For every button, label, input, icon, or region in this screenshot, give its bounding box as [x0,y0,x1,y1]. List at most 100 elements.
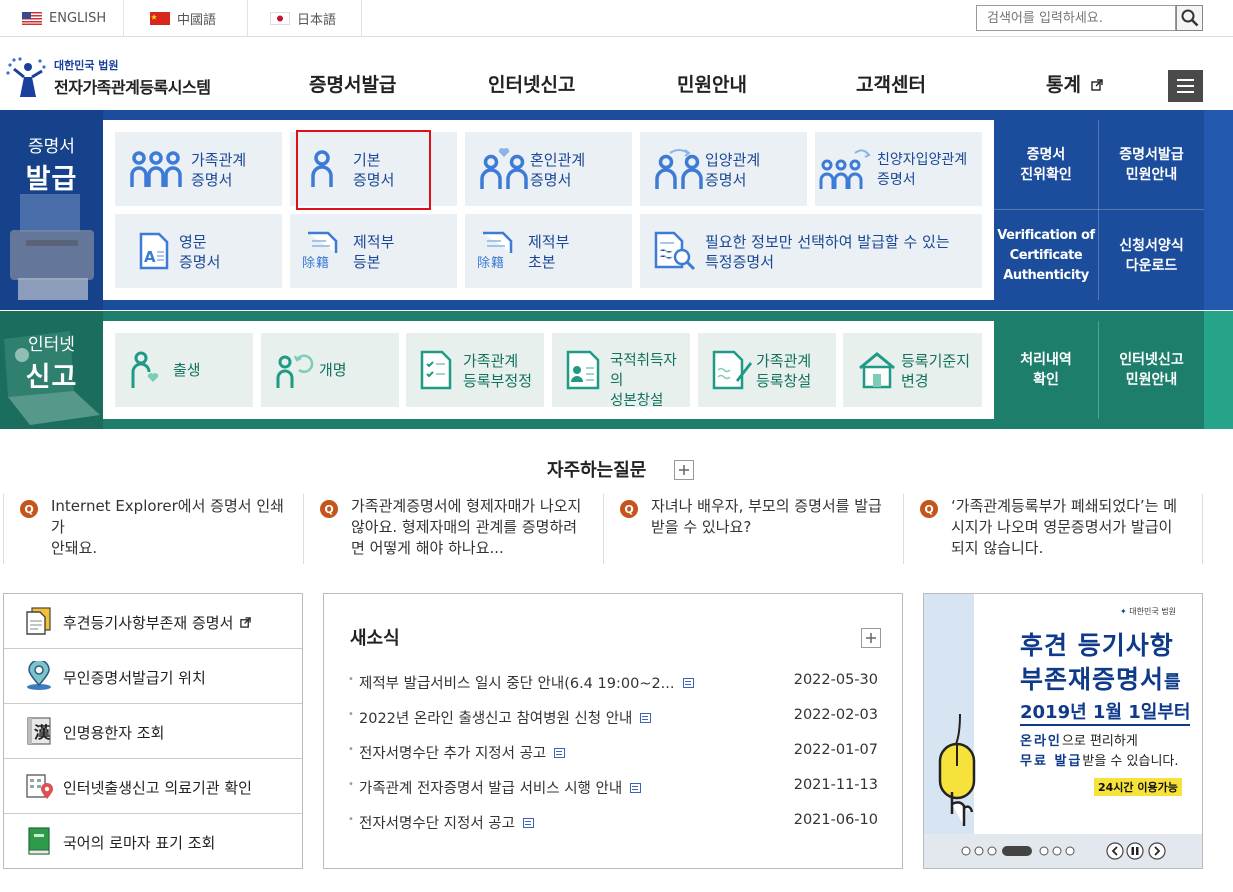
quick-link-label: 무인증명서발급기 위치 [63,669,206,687]
certificate-guide-link[interactable]: 증명서발급 민원안내 [1099,120,1204,209]
banner-line2-main: 부존재증명서 [1020,665,1165,694]
hanja-book-icon: 漢 [27,717,51,745]
verify-certificate-link[interactable]: 증명서 진위확인 [994,120,1098,209]
verification-english-link[interactable]: Verification of Certificate Authenticity [994,210,1098,302]
quick-kiosk-location[interactable]: 무인증명서발급기 위치 [4,649,302,704]
site-logo[interactable]: 대한민국 법원 전자가족관계등록시스템 [4,55,224,99]
form-download-link[interactable]: 신청서양식 다운로드 [1099,210,1204,302]
hanja-glyph: 漢 [34,723,51,742]
gnb-internet-report[interactable]: 인터넷신고 [488,70,575,97]
tile-label: 필요한 정보만 선택하여 발급할 수 있는 특정증명서 [705,233,950,271]
quick-name-hanja[interactable]: 漢 인명용한자 조회 [4,704,302,759]
tile-removal-register-abstract[interactable]: 除籍 제적부 초본 [465,214,632,288]
banner-line2: 부존재증명서를 [1020,660,1182,696]
tile-naturalization-surname[interactable]: 국적취득자의 성본창설 [552,333,690,409]
banner-nav-controls[interactable] [1106,842,1176,860]
family-icon [130,151,182,187]
tile-family-certificate[interactable]: 가족관계 증명서 [115,132,282,206]
faq-item-2[interactable]: Q 가족관계증명서에 형제자매가 나오지 않아요. 형제자매의 관계를 증명하려… [320,494,590,564]
gnb-customer-center[interactable]: 고객센터 [856,70,926,97]
tile-birth-report[interactable]: 출생 [115,333,253,407]
quick-link-label: 후견등기사항부존재 증명서 [63,612,251,633]
all-menu-button[interactable] [1168,70,1203,102]
promo-banner[interactable]: ✦ 대한민국 법원 후견 등기사항 부존재증명서를 2019년 1월 1일부터 … [923,593,1203,869]
lang-english-link[interactable]: ENGLISH [0,0,124,37]
tile-adoption-certificate[interactable]: 입양관계 증명서 [640,132,807,206]
quick-romanization[interactable]: 국어의 로마자 표기 조회 [4,814,302,869]
faq-question: 자녀나 배우자, 부모의 증명서를 발급 받을 수 있나요? [651,497,882,536]
court-emblem-icon: ✦ [1120,607,1127,616]
news-item-title-wrap: 가족관계 전자증명서 발급 서비스 시행 안내 [359,777,642,798]
news-item-date: 2022-02-03 [793,707,878,723]
tile-label: 제적부 등본 [353,233,395,271]
external-link-icon [1090,79,1103,91]
china-flag-icon [150,12,170,25]
bullet-icon: • [348,779,354,790]
news-item-title: 제적부 발급서비스 일시 중단 안내(6.4 19:00~2... [359,676,675,692]
faq-question: Internet Explorer에서 증명서 인쇄가 안돼요. [51,497,284,557]
tile-base-address-change[interactable]: 등록기준지 변경 [843,333,982,407]
news-item[interactable]: • 2022년 온라인 출생신고 참여병원 신청 안내 2022-02-03 [348,707,878,729]
quick-birth-hospital[interactable]: 인터넷출생신고 의료기관 확인 [4,759,302,814]
quick-link-text: 후견등기사항부존재 증명서 [63,614,234,632]
news-item-title: 가족관계 전자증명서 발급 서비스 시행 안내 [359,781,623,797]
document-icon [682,678,694,688]
news-item-date: 2021-11-13 [793,777,878,793]
report-guide-link[interactable]: 인터넷신고 민원안내 [1099,321,1204,419]
banner-line4: 온라인으로 편리하게 [1020,730,1138,749]
banner-line4-emph: 온라인 [1020,734,1062,749]
faq-item-3[interactable]: Q 자녀나 배우자, 부모의 증명서를 발급 받을 수 있나요? [620,494,890,564]
tile-removal-register-copy[interactable]: 除籍 제적부 등본 [290,214,457,288]
news-item-title: 전자서명수단 추가 지정서 공고 [359,746,547,762]
news-item[interactable]: • 전자서명수단 추가 지정서 공고 2022-01-07 [348,742,878,764]
banner-pagination[interactable] [960,844,1085,858]
news-item[interactable]: • 제적부 발급서비스 일시 중단 안내(6.4 19:00~2... 2022… [348,672,878,694]
full-adoption-icon [819,149,871,189]
faq-divider [603,494,604,564]
tile-marriage-certificate[interactable]: 혼인관계 증명서 [465,132,632,206]
news-item[interactable]: • 가족관계 전자증명서 발급 서비스 시행 안내 2021-11-13 [348,777,878,799]
quick-guardianship-certificate[interactable]: 후견등기사항부존재 증명서 [4,594,302,649]
faq-divider [303,494,304,564]
couple-heart-icon [480,148,528,189]
lang-japanese-link[interactable]: 日本語 [248,0,362,37]
question-icon: Q [20,500,38,518]
tile-label: 혼인관계 증명서 [530,151,586,189]
process-history-link[interactable]: 처리내역 확인 [994,321,1098,419]
highlight-box [296,130,431,210]
faq-divider [903,494,904,564]
question-icon: Q [920,500,938,518]
rename-icon [276,354,314,388]
news-title: 새소식 [350,628,400,649]
plus-icon [866,633,876,643]
gnb-statistics[interactable]: 통계 [1046,70,1103,97]
news-item-title-wrap: 전자서명수단 추가 지정서 공고 [359,742,566,763]
banner-badge: 24시간 이용가능 [1094,778,1182,796]
tile-label: 친양자입양관계 증명서 [877,152,968,188]
birth-icon [131,351,159,388]
news-item[interactable]: • 전자서명수단 지정서 공고 2021-06-10 [348,812,878,834]
search-input[interactable] [976,5,1176,31]
gnb-civil-guide[interactable]: 민원안내 [677,70,747,97]
tile-specific-certificate[interactable]: 필요한 정보만 선택하여 발급할 수 있는 특정증명서 [640,214,982,288]
faq-item-4[interactable]: Q ‘가족관계등록부가 폐쇄되었다’는 메 시지가 나오며 영문증명서가 발급이… [920,494,1200,564]
bullet-icon: • [348,814,354,825]
faq-divider [3,494,4,564]
external-link-icon [240,617,251,628]
lang-chinese-link[interactable]: 中國語 [124,0,248,37]
removal-stamp: 除籍 [302,256,331,271]
tile-english-certificate[interactable]: A 영문 증명서 [115,214,282,288]
faq-more-button[interactable] [674,460,694,480]
tile-register-correction[interactable]: 가족관계 등록부정정 [406,333,544,407]
news-more-button[interactable] [861,628,881,648]
tile-rename-report[interactable]: 개명 [261,333,399,407]
gnb-certificate[interactable]: 증명서발급 [309,70,396,97]
bullet-icon: • [348,744,354,755]
faq-item-1[interactable]: Q Internet Explorer에서 증명서 인쇄가 안돼요. [20,494,290,564]
certificate-band-edge [1204,110,1233,310]
search-button[interactable] [1176,5,1203,31]
faq-divider [1202,494,1203,564]
tile-full-adoption-certificate[interactable]: 친양자입양관계 증명서 [815,132,982,206]
banner-controls [924,834,1202,868]
tile-register-creation[interactable]: 가족관계 등록창설 [698,333,836,407]
